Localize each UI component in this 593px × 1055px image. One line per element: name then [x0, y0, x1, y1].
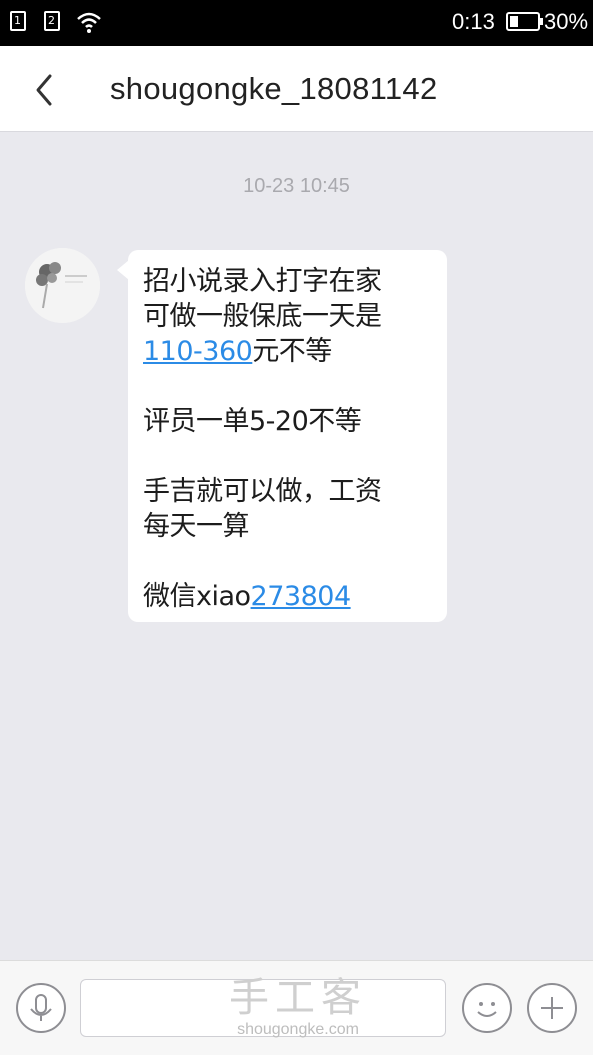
message-line: 可做一般保底一天是 [143, 301, 382, 332]
message-line: 手吉就可以做，工资 [143, 476, 382, 507]
clock: 0:13 [452, 9, 495, 34]
message-timestamp: 10-23 10:45 [243, 175, 350, 197]
smiley-icon [477, 1002, 497, 1017]
message-line: 110-360元不等 [143, 334, 437, 369]
more-button[interactable] [527, 983, 577, 1033]
wifi-icon [77, 12, 101, 33]
number-link[interactable]: 273804 [251, 581, 352, 612]
microphone-icon [30, 994, 52, 1021]
voice-button[interactable] [16, 983, 66, 1033]
message-text: 微信xiao [143, 581, 251, 612]
battery-icon [506, 12, 543, 31]
number-link[interactable]: 110-360 [143, 336, 253, 367]
chevron-left-icon[interactable] [28, 70, 64, 110]
avatar[interactable] [25, 248, 100, 323]
sim2-label: 2 [48, 14, 55, 27]
sim1-label: 1 [14, 14, 21, 27]
message-bubble[interactable]: 招小说录入打字在家 可做一般保底一天是 110-360元不等 评员一单5-20不… [117, 250, 447, 622]
input-bar [0, 960, 593, 1055]
avatar-image [25, 248, 100, 323]
battery-percent: 30% [544, 9, 589, 34]
sim1-icon: 1 [10, 11, 26, 31]
message-text: 元不等 [252, 336, 332, 367]
chat-header: shougongke_18081142 [0, 46, 593, 132]
emoji-button[interactable] [462, 983, 512, 1033]
message-input[interactable] [80, 979, 446, 1037]
status-bar: 1 2 0:13 30% [0, 0, 593, 46]
battery-fill [510, 16, 518, 27]
sim2-icon: 2 [44, 11, 60, 31]
message-line: 评员一单5-20不等 [143, 406, 362, 437]
plus-icon [541, 997, 563, 1019]
contact-name: shougongke_18081142 [110, 71, 438, 106]
message-line: 每天一算 [143, 511, 250, 542]
message-line: 招小说录入打字在家 [143, 266, 382, 297]
message-line: 微信xiao273804 [143, 579, 437, 614]
